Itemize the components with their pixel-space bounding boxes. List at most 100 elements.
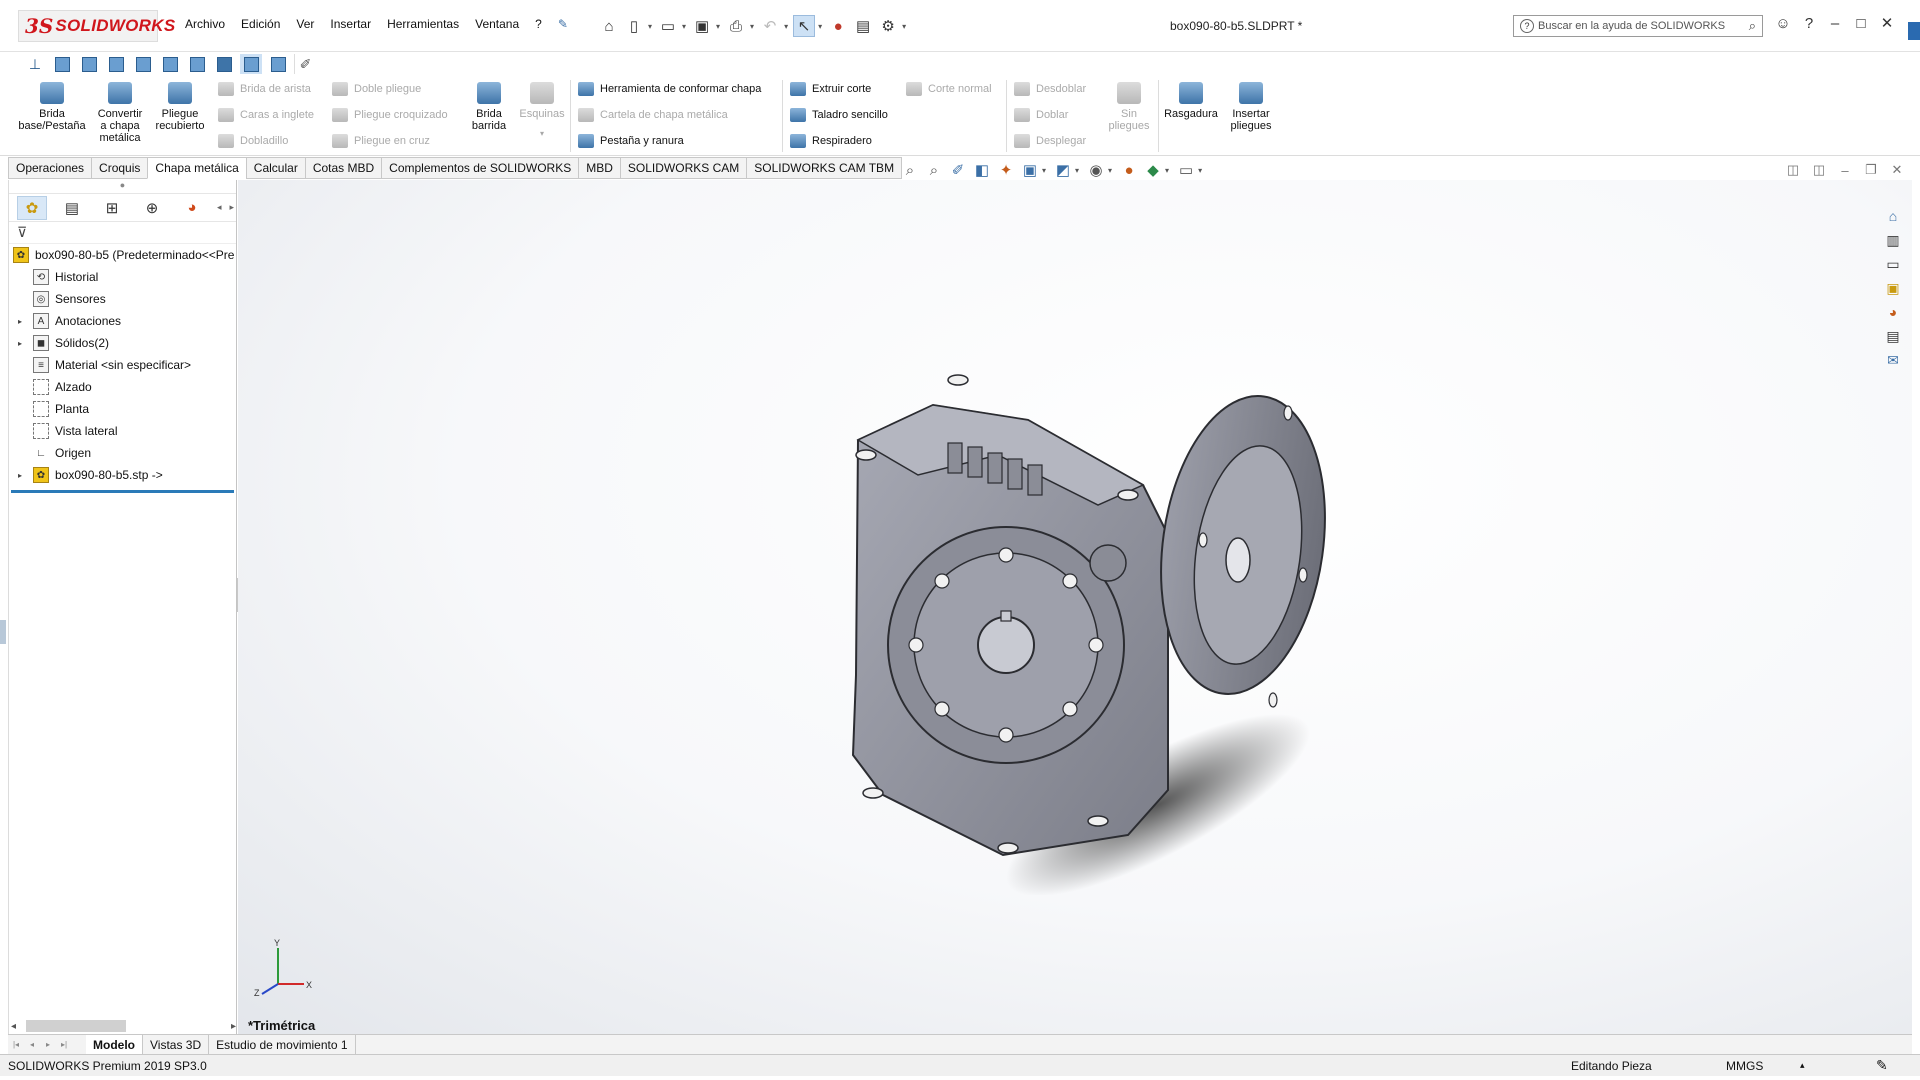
property-manager-tab-icon[interactable]: ▤: [57, 196, 87, 220]
menu-insertar[interactable]: Insertar: [330, 17, 371, 31]
help-icon[interactable]: ?: [1796, 15, 1822, 32]
gearbox-model[interactable]: [798, 335, 1358, 895]
dimetric-view-icon[interactable]: [267, 54, 289, 74]
chevron-down-icon[interactable]: ▾: [750, 22, 754, 31]
tabs-scroll-left-icon[interactable]: ◂: [217, 202, 222, 213]
tab-solidworks-cam-tbm[interactable]: SOLIDWORKS CAM TBM: [746, 157, 903, 179]
menu-ventana[interactable]: Ventana: [475, 17, 519, 31]
last-tab-icon[interactable]: ▸|: [56, 1040, 72, 1049]
tree-item-material[interactable]: ≡ Material <sin especificar>: [9, 354, 236, 376]
zoom-to-fit-icon[interactable]: ⌕: [898, 160, 922, 180]
display-manager-tab-icon[interactable]: ◕: [177, 196, 207, 220]
hide-show-items-icon[interactable]: ◉: [1084, 160, 1108, 180]
extruir-corte-button[interactable]: Extruir corte: [790, 82, 871, 96]
trimetric-view-icon[interactable]: [240, 54, 262, 74]
front-view-icon[interactable]: [51, 54, 73, 74]
chevron-down-icon[interactable]: ▾: [784, 22, 788, 31]
tree-item-historial[interactable]: ⟲ Historial: [9, 266, 236, 288]
expand-arrow-icon[interactable]: ▸: [13, 317, 27, 326]
chevron-down-icon[interactable]: ▾: [1075, 166, 1079, 175]
comment-icon[interactable]: ✎: [1876, 1057, 1888, 1074]
feature-tree-tab-icon[interactable]: ✿: [17, 195, 47, 220]
pliegue-recubierto-button[interactable]: Pliegue recubierto: [152, 82, 208, 132]
back-view-icon[interactable]: [78, 54, 100, 74]
first-tab-icon[interactable]: |◂: [8, 1040, 24, 1049]
next-tab-icon[interactable]: ▸: [40, 1040, 56, 1049]
prev-tab-icon[interactable]: ◂: [24, 1040, 40, 1049]
home-icon[interactable]: ⌂: [598, 15, 620, 37]
measure-icon[interactable]: ✐: [294, 54, 316, 74]
chevron-down-icon[interactable]: ▾: [682, 22, 686, 31]
tree-item-planta[interactable]: Planta: [9, 398, 236, 420]
pliegue-cruz-button[interactable]: Pliegue en cruz: [332, 134, 430, 148]
scroll-left-icon[interactable]: ◂: [11, 1021, 16, 1032]
apply-scene-icon[interactable]: ◆: [1141, 160, 1165, 180]
panel-right-icon[interactable]: ◫: [1806, 162, 1832, 178]
corte-normal-button[interactable]: Corte normal: [906, 82, 992, 96]
viewport-close-icon[interactable]: ✕: [1884, 162, 1910, 178]
zoom-to-area-icon[interactable]: ⌕: [922, 160, 946, 180]
expand-arrow-icon[interactable]: ▸: [13, 339, 27, 348]
configuration-manager-tab-icon[interactable]: ⊞: [97, 196, 127, 220]
desdoblar-button[interactable]: Desdoblar: [1014, 82, 1086, 96]
esquinas-button[interactable]: Esquinas ▾: [518, 82, 566, 140]
chevron-down-icon[interactable]: ▾: [716, 22, 720, 31]
status-units[interactable]: MMGS: [1726, 1059, 1763, 1073]
panel-left-icon[interactable]: ◫: [1780, 162, 1806, 178]
view-orientation-icon[interactable]: ▣: [1018, 160, 1042, 180]
display-style-icon[interactable]: ◩: [1051, 160, 1075, 180]
rasgadura-button[interactable]: Rasgadura: [1162, 82, 1220, 120]
tab-solidworks-cam[interactable]: SOLIDWORKS CAM: [619, 157, 747, 179]
brida-barrida-button[interactable]: Brida barrida: [466, 82, 512, 132]
graphics-area[interactable]: [238, 180, 1912, 1034]
dynamic-annotation-icon[interactable]: ✦: [994, 160, 1018, 180]
normal-to-icon[interactable]: ⊥: [24, 54, 46, 74]
view-palette-icon[interactable]: ▣: [1882, 278, 1904, 298]
scroll-track[interactable]: [20, 1020, 227, 1032]
file-properties-icon[interactable]: ▤: [852, 15, 874, 37]
view-settings-icon[interactable]: ▭: [1174, 160, 1198, 180]
tab-mbd[interactable]: MBD: [578, 157, 620, 179]
doble-pliegue-button[interactable]: Doble pliegue: [332, 82, 421, 96]
left-view-icon[interactable]: [105, 54, 127, 74]
menu-help[interactable]: ?: [535, 17, 542, 31]
scroll-right-icon[interactable]: ▸: [231, 1021, 236, 1032]
minimize-icon[interactable]: –: [1822, 15, 1848, 32]
help-search-input[interactable]: ? Buscar en la ayuda de SOLIDWORKS ⌕: [1513, 15, 1763, 37]
forum-icon[interactable]: ✉: [1882, 350, 1904, 370]
brida-base-button[interactable]: Brida base/Pestaña: [14, 82, 90, 132]
viewport-minimize-icon[interactable]: –: [1832, 163, 1858, 178]
rollback-bar[interactable]: [11, 490, 234, 493]
chevron-down-icon[interactable]: ▾: [1108, 166, 1112, 175]
menu-ver[interactable]: Ver: [296, 17, 314, 31]
options-gear-icon[interactable]: ⚙: [877, 15, 899, 37]
pin-icon[interactable]: ✎: [558, 17, 568, 31]
horizontal-scrollbar[interactable]: ◂ ▸: [11, 1018, 236, 1034]
tab-operaciones[interactable]: Operaciones: [8, 157, 92, 179]
tree-item-sensores[interactable]: ◎ Sensores: [9, 288, 236, 310]
tree-item-alzado[interactable]: Alzado: [9, 376, 236, 398]
chevron-down-icon[interactable]: ▾: [902, 22, 906, 31]
search-icon[interactable]: ⌕: [1749, 18, 1756, 34]
edit-appearance-icon[interactable]: ●: [1117, 160, 1141, 180]
tree-item-vista-lateral[interactable]: Vista lateral: [9, 420, 236, 442]
dobladillo-button[interactable]: Dobladillo: [218, 134, 288, 148]
doblar-button[interactable]: Doblar: [1014, 108, 1068, 122]
solidworks-resources-icon[interactable]: ⌂: [1882, 206, 1904, 226]
print-icon[interactable]: ⎙: [725, 15, 747, 37]
tree-item-solidos[interactable]: ▸ ◼ Sólidos(2): [9, 332, 236, 354]
brida-arista-button[interactable]: Brida de arista: [218, 82, 311, 96]
menu-herramientas[interactable]: Herramientas: [387, 17, 459, 31]
tree-root[interactable]: ✿ box090-80-b5 (Predeterminado<<Pre: [9, 244, 236, 266]
right-view-icon[interactable]: [132, 54, 154, 74]
previous-view-icon[interactable]: ✐: [946, 160, 970, 180]
units-chevron-up-icon[interactable]: ▴: [1800, 1060, 1805, 1071]
tab-modelo[interactable]: Modelo: [86, 1035, 143, 1054]
scroll-thumb[interactable]: [26, 1020, 127, 1032]
design-library-icon[interactable]: ▥: [1882, 230, 1904, 250]
panel-grip[interactable]: ●: [9, 180, 236, 194]
tab-cotas-mbd[interactable]: Cotas MBD: [304, 157, 382, 179]
section-view-icon[interactable]: ◧: [970, 160, 994, 180]
tab-complementos[interactable]: Complementos de SOLIDWORKS: [381, 157, 579, 179]
chevron-down-icon[interactable]: ▾: [518, 128, 566, 140]
